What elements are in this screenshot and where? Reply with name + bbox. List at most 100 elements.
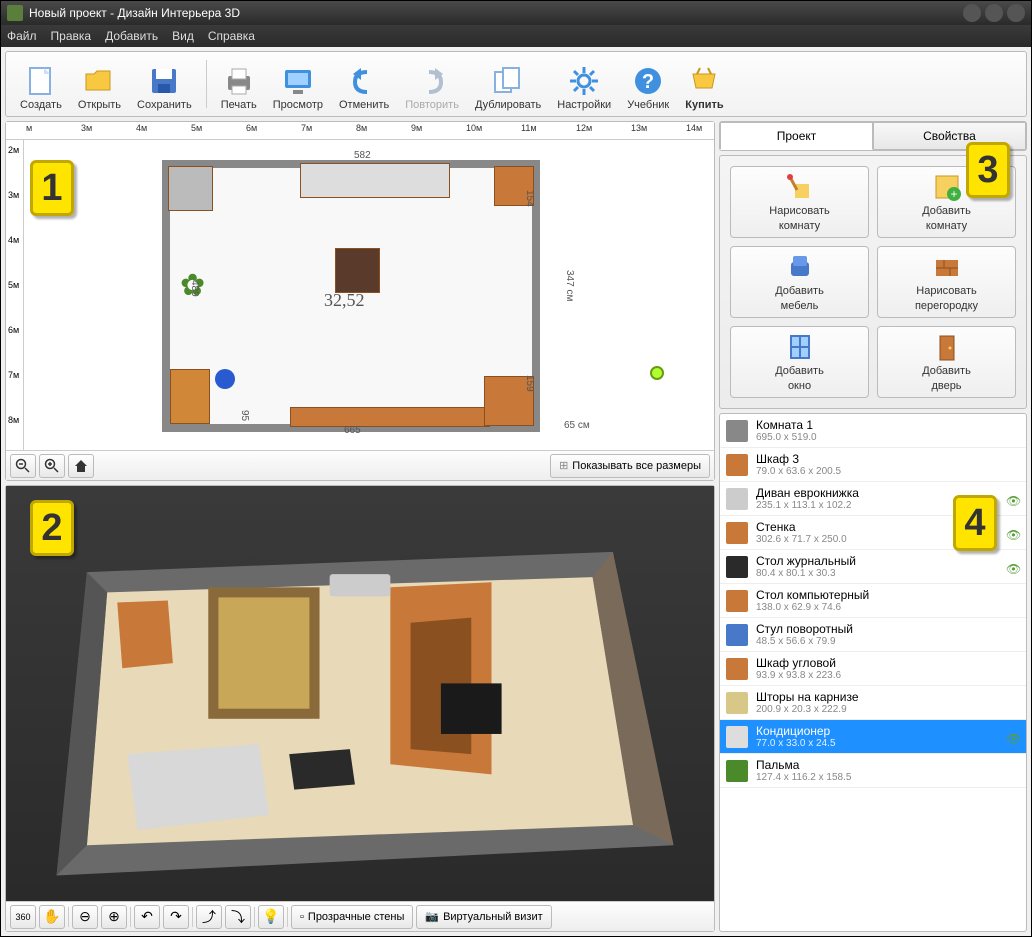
add-door-button[interactable]: Добавитьдверь xyxy=(877,326,1016,398)
draw-partition-button[interactable]: Нарисоватьперегородку xyxy=(877,246,1016,318)
ruler-h-tick: м xyxy=(26,123,32,133)
annotation-3: 3 xyxy=(966,142,1010,198)
list-item[interactable]: Шторы на карнизе200.9 x 20.3 x 222.9 xyxy=(720,686,1026,720)
tilt-up-button[interactable]: ⤴ xyxy=(196,905,222,929)
content: Создать Открыть Сохранить ПечатьПросмотрОтм… xyxy=(1,47,1031,936)
duplicate-label: Дублировать xyxy=(475,99,541,111)
virtual-visit-button[interactable]: 📷Виртуальный визит xyxy=(416,905,551,929)
zoom-in-button[interactable] xyxy=(39,454,65,478)
item-thumb xyxy=(726,488,748,510)
minimize-button[interactable] xyxy=(963,4,981,22)
furniture-table[interactable] xyxy=(335,248,380,293)
buy-button[interactable]: Купить xyxy=(679,55,729,113)
menu-Вид[interactable]: Вид xyxy=(172,29,194,43)
toolbar: Создать Открыть Сохранить ПечатьПросмотрОтм… xyxy=(5,51,1027,117)
draw-partition-icon xyxy=(932,252,962,282)
tab-project[interactable]: Проект xyxy=(720,122,873,150)
ruler-horizontal: м3м4м5м6м7м8м9м10м11м12м13м14м xyxy=(6,122,714,140)
pan-button[interactable]: ✋ xyxy=(39,905,65,929)
furniture-wardrobe-corner[interactable] xyxy=(168,166,213,211)
home-button[interactable] xyxy=(68,454,94,478)
furniture-sofa[interactable] xyxy=(300,163,450,198)
dim-left: 489 xyxy=(189,280,200,297)
app-icon xyxy=(7,5,23,21)
menu-Справка[interactable]: Справка xyxy=(208,29,255,43)
app-window: Новый проект - Дизайн Интерьера 3D ФайлП… xyxy=(0,0,1032,937)
annotation-1: 1 xyxy=(30,160,74,216)
create-button[interactable]: Создать xyxy=(14,55,68,113)
selection-handle[interactable] xyxy=(650,366,664,380)
canvas-2d[interactable]: ✿ 32,52 582 347 см 489 665 154 65 см 95 … xyxy=(24,140,714,450)
draw-room-button[interactable]: Нарисоватькомнату xyxy=(730,166,869,238)
item-dims: 93.9 x 93.8 x 223.6 xyxy=(756,670,1020,681)
open-label: Открыть xyxy=(78,99,121,111)
annotation-4: 4 xyxy=(953,495,997,551)
redo-icon xyxy=(415,64,449,98)
ruler-h-tick: 14м xyxy=(686,123,702,133)
plant-icon[interactable]: ✿ xyxy=(180,268,230,318)
list-item[interactable]: Стол компьютерный138.0 x 62.9 x 74.6 xyxy=(720,584,1026,618)
open-button[interactable]: Открыть xyxy=(72,55,127,113)
annotation-2: 2 xyxy=(30,500,74,556)
save-button[interactable]: Сохранить xyxy=(131,55,198,113)
list-item[interactable]: Шкаф 379.0 x 63.6 x 200.5 xyxy=(720,448,1026,482)
visibility-icon[interactable]: 👁 xyxy=(1006,528,1020,538)
item-thumb xyxy=(726,624,748,646)
list-item[interactable]: Кондиционер77.0 x 33.0 x 24.5 👁 xyxy=(720,720,1026,754)
settings-button[interactable]: Настройки xyxy=(551,55,617,113)
ruler-h-tick: 13м xyxy=(631,123,647,133)
menu-Добавить[interactable]: Добавить xyxy=(105,29,158,43)
list-item[interactable]: Пальма127.4 x 116.2 x 158.5 xyxy=(720,754,1026,788)
duplicate-button[interactable]: Дублировать xyxy=(469,55,547,113)
menu-Правка[interactable]: Правка xyxy=(51,29,92,43)
add-window-button[interactable]: Добавитьокно xyxy=(730,326,869,398)
rotate-cw-button[interactable]: ↷ xyxy=(163,905,189,929)
furniture-chair[interactable] xyxy=(215,369,235,389)
item-name: Пальма xyxy=(756,758,1020,772)
tutorial-button[interactable]: ?Учебник xyxy=(621,55,675,113)
settings-label: Настройки xyxy=(557,99,611,111)
dim-bl: 95 xyxy=(239,410,250,421)
item-name: Кондиционер xyxy=(756,724,998,738)
item-thumb xyxy=(726,658,748,680)
redo-button[interactable]: Повторить xyxy=(399,55,465,113)
redo-label: Повторить xyxy=(405,99,459,111)
print-icon xyxy=(222,64,256,98)
zoom-in-3d-button[interactable]: ⊕ xyxy=(101,905,127,929)
visibility-icon[interactable]: 👁 xyxy=(1006,494,1020,504)
list-item[interactable]: Комната 1695.0 x 519.0 xyxy=(720,414,1026,448)
transparent-walls-button[interactable]: ▫Прозрачные стены xyxy=(291,905,413,929)
draw-room-icon xyxy=(785,172,815,202)
zoom-out-3d-button[interactable]: ⊖ xyxy=(72,905,98,929)
light-button[interactable]: 💡 xyxy=(258,905,284,929)
visibility-icon[interactable]: 👁 xyxy=(1006,562,1020,572)
list-item[interactable]: Шкаф угловой93.9 x 93.8 x 223.6 xyxy=(720,652,1026,686)
furniture-wall-unit[interactable] xyxy=(290,407,490,427)
show-all-sizes-button[interactable]: ⊞Показывать все размеры xyxy=(550,454,710,478)
item-dims: 77.0 x 33.0 x 24.5 xyxy=(756,738,998,749)
item-dims: 80.4 x 80.1 x 30.3 xyxy=(756,568,998,579)
list-item[interactable]: Стул поворотный48.5 x 56.6 x 79.9 xyxy=(720,618,1026,652)
settings-icon xyxy=(567,64,601,98)
close-button[interactable] xyxy=(1007,4,1025,22)
add-furniture-button[interactable]: Добавитьмебель xyxy=(730,246,869,318)
item-name: Стол компьютерный xyxy=(756,588,1020,602)
rotate-ccw-button[interactable]: ↶ xyxy=(134,905,160,929)
canvas-3d[interactable] xyxy=(6,486,714,901)
menu-Файл[interactable]: Файл xyxy=(7,29,37,43)
furniture-desk[interactable] xyxy=(170,369,210,424)
list-item[interactable]: Стол журнальный80.4 x 80.1 x 30.3👁 xyxy=(720,550,1026,584)
visibility-icon[interactable]: 👁 xyxy=(1006,732,1020,742)
preview-button[interactable]: Просмотр xyxy=(267,55,329,113)
ruler-v-tick: 7м xyxy=(8,370,19,380)
tilt-down-button[interactable]: ⤵ xyxy=(225,905,251,929)
zoom-out-button[interactable] xyxy=(10,454,36,478)
tutorial-icon: ? xyxy=(631,64,665,98)
ruler-h-tick: 11м xyxy=(521,123,537,133)
preview-icon xyxy=(281,64,315,98)
undo-button[interactable]: Отменить xyxy=(333,55,395,113)
item-thumb xyxy=(726,454,748,476)
print-button[interactable]: Печать xyxy=(215,55,263,113)
rotate-360-button[interactable]: 360 xyxy=(10,905,36,929)
maximize-button[interactable] xyxy=(985,4,1003,22)
